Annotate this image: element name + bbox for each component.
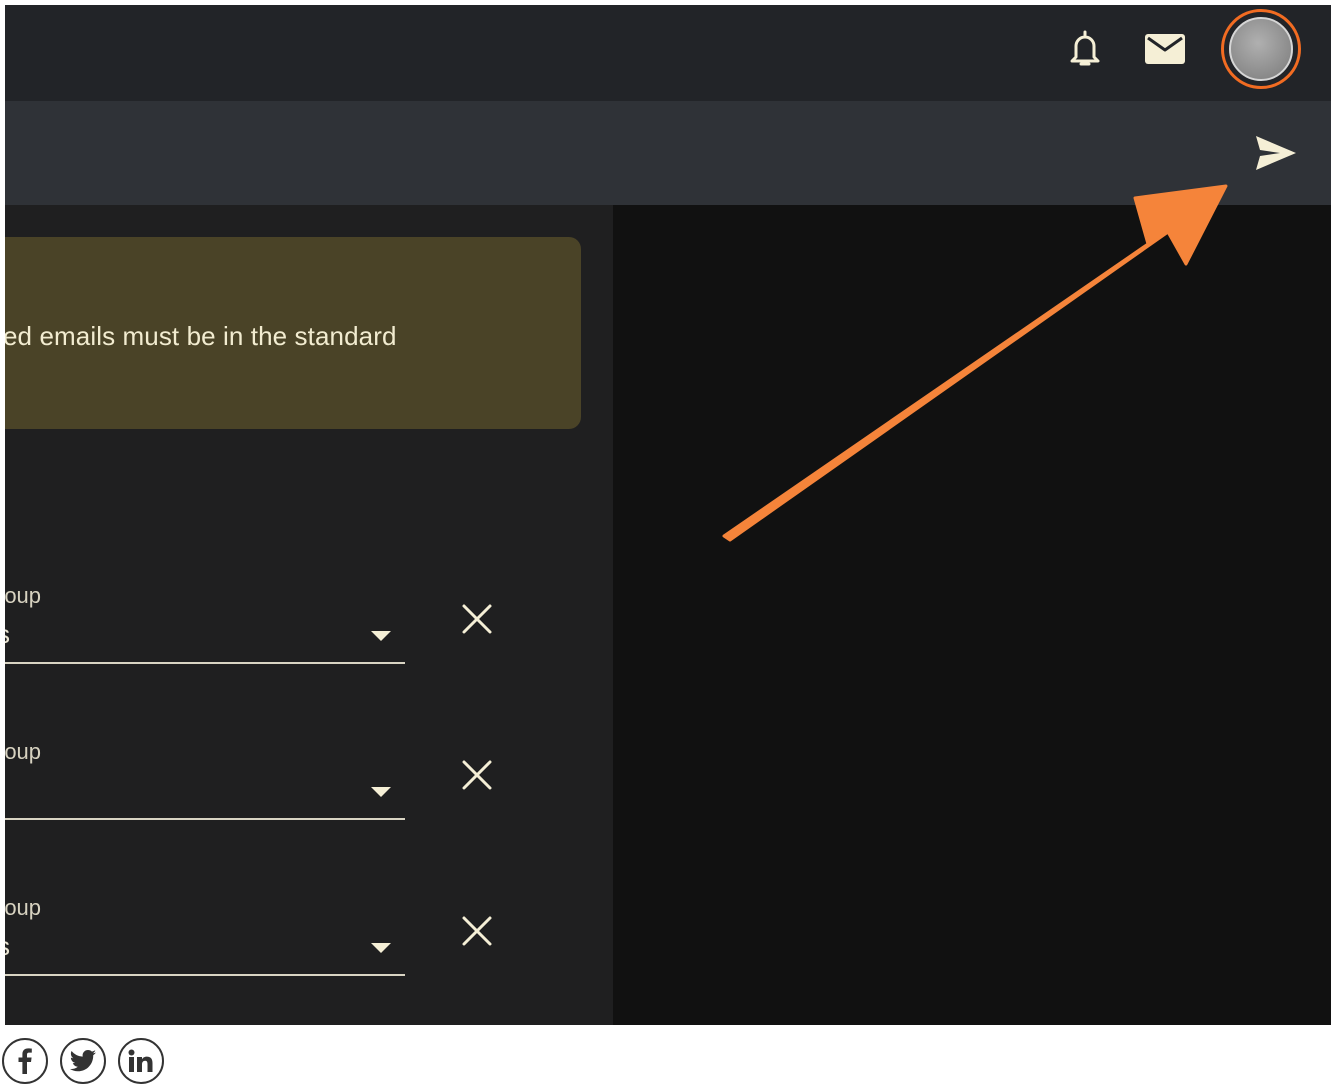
- group-field-underline: [5, 662, 405, 664]
- group-field-value[interactable]: ): [5, 775, 6, 806]
- linkedin-share-button[interactable]: [118, 1038, 164, 1084]
- share-links: [2, 1038, 164, 1084]
- user-avatar-button[interactable]: [1221, 9, 1301, 89]
- group-field-underline: [5, 974, 405, 976]
- messages-button[interactable]: [1143, 29, 1187, 69]
- send-icon: [1256, 136, 1296, 170]
- facebook-share-button[interactable]: [2, 1038, 48, 1084]
- compose-toolbar: [5, 101, 1331, 205]
- remove-group-button[interactable]: [457, 599, 497, 639]
- remove-group-button[interactable]: [457, 755, 497, 795]
- close-icon: [462, 916, 492, 946]
- group-field-label: roup: [5, 739, 42, 764]
- notifications-button[interactable]: [1063, 27, 1107, 71]
- bell-icon: [1070, 30, 1100, 66]
- group-field-value[interactable]: s: [5, 619, 10, 650]
- chevron-down-icon[interactable]: [371, 943, 391, 955]
- user-avatar: [1229, 17, 1293, 81]
- close-icon: [462, 604, 492, 634]
- twitter-icon: [69, 1050, 96, 1072]
- remove-group-button[interactable]: [457, 911, 497, 951]
- app-screenshot: ed emails must be in the standard roup s…: [5, 5, 1331, 1025]
- empty-panel: [613, 205, 1331, 1025]
- send-button[interactable]: [1251, 131, 1301, 175]
- close-icon: [462, 760, 492, 790]
- notice-text: ed emails must be in the standard: [5, 321, 397, 351]
- chevron-down-icon[interactable]: [371, 787, 391, 799]
- group-field-label: roup: [5, 895, 42, 920]
- chevron-down-icon[interactable]: [371, 631, 391, 643]
- group-field-underline: [5, 818, 405, 820]
- twitter-share-button[interactable]: [60, 1038, 106, 1084]
- group-field-value[interactable]: s: [5, 931, 10, 962]
- top-app-bar: [5, 5, 1331, 101]
- group-field-label: roup: [5, 583, 42, 608]
- mail-icon: [1145, 34, 1185, 64]
- facebook-icon: [18, 1048, 32, 1074]
- linkedin-icon: [128, 1049, 153, 1072]
